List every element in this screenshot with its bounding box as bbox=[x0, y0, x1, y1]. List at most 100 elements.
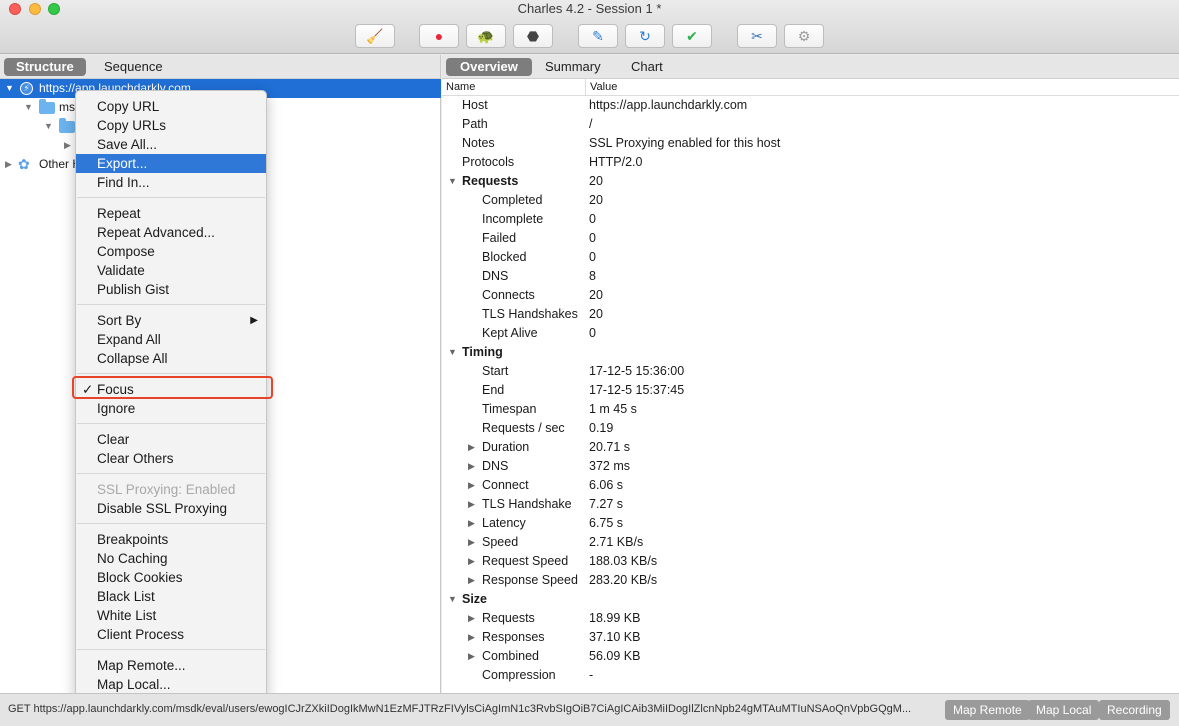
disclosure-closed-icon[interactable]: ▶ bbox=[468, 628, 475, 647]
map-remote-button[interactable]: Map Remote bbox=[945, 700, 1030, 720]
menu-item-export[interactable]: Export... bbox=[76, 154, 266, 173]
compose-pen-button[interactable]: ✎ bbox=[578, 24, 618, 48]
table-row[interactable]: ▶ Speed 2.71 KB/s bbox=[442, 533, 1179, 552]
table-row[interactable]: ▶ Requests 18.99 KB bbox=[442, 609, 1179, 628]
disclosure-closed-icon[interactable]: ▶ bbox=[5, 155, 12, 174]
disclosure-closed-icon[interactable]: ▶ bbox=[64, 136, 71, 155]
menu-item-breakpoints[interactable]: Breakpoints bbox=[76, 530, 266, 549]
column-value-header[interactable]: Value bbox=[590, 79, 617, 96]
tools-button[interactable]: ✂ bbox=[737, 24, 777, 48]
disclosure-open-icon[interactable]: ▼ bbox=[448, 343, 457, 362]
table-row[interactable]: Path / bbox=[442, 115, 1179, 134]
disclosure-closed-icon[interactable]: ▶ bbox=[468, 647, 475, 666]
menu-item-collapse-all[interactable]: Collapse All bbox=[76, 349, 266, 368]
map-local-button[interactable]: Map Local bbox=[1028, 700, 1100, 720]
menu-item-expand-all[interactable]: Expand All bbox=[76, 330, 266, 349]
menu-item-validate[interactable]: Validate bbox=[76, 261, 266, 280]
menu-item-sort-by[interactable]: Sort By ▶ bbox=[76, 311, 266, 330]
menu-item-map-local[interactable]: Map Local... bbox=[76, 675, 266, 694]
table-row[interactable]: Protocols HTTP/2.0 bbox=[442, 153, 1179, 172]
record-button[interactable]: ● bbox=[419, 24, 459, 48]
table-row[interactable]: Incomplete 0 bbox=[442, 210, 1179, 229]
tab-chart[interactable]: Chart bbox=[617, 58, 677, 76]
menu-item-copy-url[interactable]: Copy URL bbox=[76, 97, 266, 116]
table-row[interactable]: ▶ Connect 6.06 s bbox=[442, 476, 1179, 495]
menu-item-repeat[interactable]: Repeat bbox=[76, 204, 266, 223]
table-row[interactable]: ▶ Duration 20.71 s bbox=[442, 438, 1179, 457]
disclosure-closed-icon[interactable]: ▶ bbox=[468, 476, 475, 495]
table-row[interactable]: ▼ Requests 20 bbox=[442, 172, 1179, 191]
tab-overview[interactable]: Overview bbox=[446, 58, 532, 76]
tab-structure[interactable]: Structure bbox=[4, 58, 86, 76]
table-row[interactable]: ▶ TLS Handshake 7.27 s bbox=[442, 495, 1179, 514]
menu-item-disable-ssl-proxying[interactable]: Disable SSL Proxying bbox=[76, 499, 266, 518]
table-row[interactable]: ▶ Combined 56.09 KB bbox=[442, 647, 1179, 666]
column-divider[interactable] bbox=[585, 79, 586, 96]
menu-item-map-remote[interactable]: Map Remote... bbox=[76, 656, 266, 675]
disclosure-closed-icon[interactable]: ▶ bbox=[468, 533, 475, 552]
menu-item-black-list[interactable]: Black List bbox=[76, 587, 266, 606]
disclosure-open-icon[interactable]: ▼ bbox=[24, 98, 33, 117]
menu-item-white-list[interactable]: White List bbox=[76, 606, 266, 625]
menu-item-find-in[interactable]: Find In... bbox=[76, 173, 266, 192]
menu-item-save-all[interactable]: Save All... bbox=[76, 135, 266, 154]
disclosure-open-icon[interactable]: ▼ bbox=[44, 117, 53, 136]
menu-item-clear[interactable]: Clear bbox=[76, 430, 266, 449]
menu-item-publish-gist[interactable]: Publish Gist bbox=[76, 280, 266, 299]
menu-item-compose[interactable]: Compose bbox=[76, 242, 266, 261]
disclosure-closed-icon[interactable]: ▶ bbox=[468, 438, 475, 457]
broom-button[interactable]: 🧹 bbox=[355, 24, 395, 48]
table-row[interactable]: Notes SSL Proxying enabled for this host bbox=[442, 134, 1179, 153]
table-row[interactable]: ▶ Latency 6.75 s bbox=[442, 514, 1179, 533]
tab-sequence[interactable]: Sequence bbox=[92, 58, 175, 76]
table-row[interactable]: TLS Handshakes 20 bbox=[442, 305, 1179, 324]
settings-gear-button[interactable]: ⚙ bbox=[784, 24, 824, 48]
folder-icon bbox=[59, 118, 75, 133]
table-row[interactable]: Kept Alive 0 bbox=[442, 324, 1179, 343]
menu-item-copy-urls[interactable]: Copy URLs bbox=[76, 116, 266, 135]
disclosure-closed-icon[interactable]: ▶ bbox=[468, 495, 475, 514]
column-name-header[interactable]: Name bbox=[446, 79, 475, 96]
breakpoint-stop-button[interactable]: ⬣ bbox=[513, 24, 553, 48]
table-row[interactable]: Timespan 1 m 45 s bbox=[442, 400, 1179, 419]
table-row[interactable]: Connects 20 bbox=[442, 286, 1179, 305]
menu-item-block-cookies[interactable]: Block Cookies bbox=[76, 568, 266, 587]
table-row[interactable]: Blocked 0 bbox=[442, 248, 1179, 267]
table-row[interactable]: ▶ Response Speed 283.20 KB/s bbox=[442, 571, 1179, 590]
disclosure-closed-icon[interactable]: ▶ bbox=[468, 609, 475, 628]
menu-item-client-process[interactable]: Client Process bbox=[76, 625, 266, 644]
validate-check-button[interactable]: ✔ bbox=[672, 24, 712, 48]
disclosure-open-icon[interactable]: ▼ bbox=[5, 79, 14, 98]
table-row[interactable]: ▶ DNS 372 ms bbox=[442, 457, 1179, 476]
table-row[interactable]: ▼ Timing bbox=[442, 343, 1179, 362]
disclosure-closed-icon[interactable]: ▶ bbox=[468, 457, 475, 476]
menu-item-clear-others[interactable]: Clear Others bbox=[76, 449, 266, 468]
table-row[interactable]: Start 17-12-5 15:36:00 bbox=[442, 362, 1179, 381]
table-row[interactable]: DNS 8 bbox=[442, 267, 1179, 286]
tab-summary[interactable]: Summary bbox=[531, 58, 615, 76]
row-name: Blocked bbox=[482, 250, 527, 264]
menu-item-repeat-advanced[interactable]: Repeat Advanced... bbox=[76, 223, 266, 242]
table-row[interactable]: ▶ Request Speed 188.03 KB/s bbox=[442, 552, 1179, 571]
table-row[interactable]: ▶ Responses 37.10 KB bbox=[442, 628, 1179, 647]
disclosure-open-icon[interactable]: ▼ bbox=[448, 172, 457, 191]
menu-item-label: Save All... bbox=[97, 137, 158, 152]
recording-button[interactable]: Recording bbox=[1099, 700, 1170, 720]
row-name: Size bbox=[462, 592, 488, 606]
table-row[interactable]: Host https://app.launchdarkly.com bbox=[442, 96, 1179, 115]
menu-item-no-caching[interactable]: No Caching bbox=[76, 549, 266, 568]
throttle-button[interactable]: 🐢 bbox=[466, 24, 506, 48]
disclosure-open-icon[interactable]: ▼ bbox=[448, 590, 457, 609]
table-row[interactable]: Compression - bbox=[442, 666, 1179, 685]
refresh-button[interactable]: ↻ bbox=[625, 24, 665, 48]
table-row[interactable]: Completed 20 bbox=[442, 191, 1179, 210]
table-row[interactable]: End 17-12-5 15:37:45 bbox=[442, 381, 1179, 400]
disclosure-closed-icon[interactable]: ▶ bbox=[468, 571, 475, 590]
table-row[interactable]: ▼ Size bbox=[442, 590, 1179, 609]
menu-item-ignore[interactable]: Ignore bbox=[76, 399, 266, 418]
disclosure-closed-icon[interactable]: ▶ bbox=[468, 514, 475, 533]
disclosure-closed-icon[interactable]: ▶ bbox=[468, 552, 475, 571]
row-name: DNS bbox=[482, 269, 509, 283]
table-row[interactable]: Failed 0 bbox=[442, 229, 1179, 248]
table-row[interactable]: Requests / sec 0.19 bbox=[442, 419, 1179, 438]
